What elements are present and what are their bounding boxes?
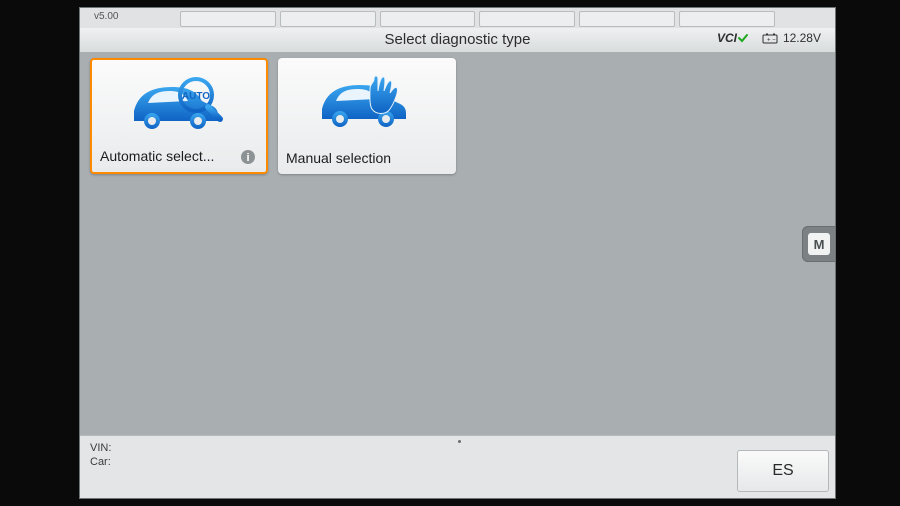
vci-label: VCI <box>717 31 737 45</box>
tab-placeholder[interactable] <box>180 11 276 27</box>
top-strip: v5.00 <box>80 8 835 29</box>
footer-bar: VIN: Car: ES <box>80 435 835 498</box>
header-bar: Select diagnostic type VCI + −12.28V <box>80 28 835 53</box>
battery-icon: + − <box>762 33 780 45</box>
battery-status: + − 12.28V <box>762 31 821 45</box>
side-menu-label: M <box>808 233 830 255</box>
screen: v5.00 Select diagnostic type VCI + −12.2… <box>80 8 835 498</box>
svg-text:+ −: + − <box>767 38 776 44</box>
tab-placeholder[interactable] <box>679 11 775 27</box>
svg-text:i: i <box>246 152 249 164</box>
car-label: Car: <box>90 456 111 468</box>
tile-automatic-selection[interactable]: AUTO Automatic select... i <box>90 58 268 174</box>
tile-label: Automatic select... <box>100 148 258 164</box>
tab-placeholder[interactable] <box>479 11 575 27</box>
esc-button-label: ES <box>772 462 793 480</box>
tile-manual-selection[interactable]: Manual selection <box>278 58 456 174</box>
tile-label: Manual selection <box>286 150 448 166</box>
info-icon[interactable]: i <box>240 149 256 165</box>
version-label: v5.00 <box>94 11 118 22</box>
car-row: Car: <box>90 456 111 468</box>
check-icon <box>737 32 749 44</box>
esc-button[interactable]: ES <box>737 450 829 492</box>
tab-placeholder[interactable] <box>280 11 376 27</box>
tab-placeholder[interactable] <box>380 11 476 27</box>
side-menu-button[interactable]: M <box>802 226 836 262</box>
tab-placeholder[interactable] <box>579 11 675 27</box>
vci-status: VCI <box>717 31 749 45</box>
vin-row: VIN: <box>90 442 111 454</box>
vin-label: VIN: <box>90 442 111 454</box>
device-frame: v5.00 Select diagnostic type VCI + −12.2… <box>0 0 900 506</box>
car-auto-icon: AUTO <box>92 68 266 138</box>
tab-placeholder-row <box>180 11 775 25</box>
battery-voltage: 12.28V <box>783 31 821 45</box>
car-hand-icon <box>278 66 456 136</box>
content-area: AUTO Automatic select... i <box>80 52 835 436</box>
svg-text:AUTO: AUTO <box>182 91 210 102</box>
footer-indicator-dot <box>458 440 461 443</box>
